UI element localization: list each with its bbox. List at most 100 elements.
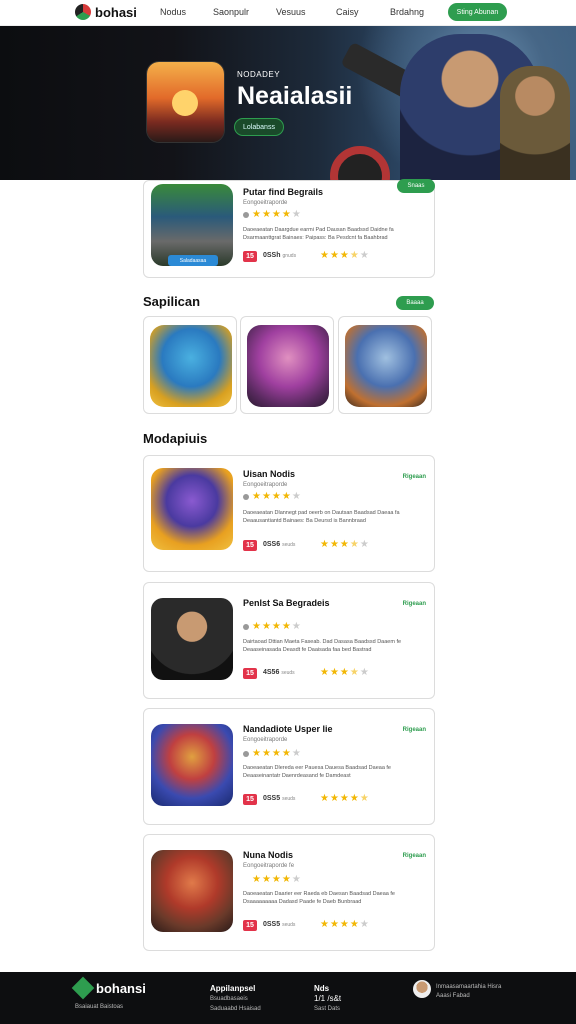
featured-thumbnail-button[interactable]: Saladaasaa [168,255,218,266]
app-list-item-2[interactable]: Penlst Sa Begradeis ★★★★★ Dairtaoad Dtti… [143,582,435,699]
app-rating-stars-secondary-4: ★★★★★ [320,919,370,930]
app-title-4: Nuna Nodis [243,850,294,860]
featured-app-subtitle: Eongoeitraporde [243,200,288,206]
grid-game-tile-1[interactable] [143,316,237,414]
footer-column-1-line-2[interactable]: Saduaabd Hsaisad [210,1006,261,1012]
app-subtitle-1: Eongoeitraporde [243,482,288,488]
logo-text: bohasi [95,4,137,20]
age-rating-badge: 15 [243,540,257,551]
nav-link-2[interactable]: Saonpulr [213,7,249,17]
age-rating-badge: 15 [243,794,257,805]
featured-app-size: 0SSh gnuds [263,252,296,259]
developer-icon [243,494,249,500]
app-thumbnail-1 [151,468,233,550]
footer-logo-text: bohansi [96,980,146,996]
app-size-value-2: 4S56 [263,669,280,676]
app-size-3: 0SS5 seuds [263,795,295,802]
app-list-item-1[interactable]: Uisan Nodis Eongoeitraporde ★★★★★ Daoeae… [143,455,435,572]
nav-link-4[interactable]: Caisy [336,7,359,17]
section-title-2: Modapiuis [143,431,208,446]
footer-column-2-line-2[interactable]: Sast Dats [314,1006,340,1012]
app-rating-stars-3: ★★★★★ [252,748,302,759]
app-size-4: 0SS5 seuds [263,921,295,928]
app-size-value-3: 0SS5 [263,795,281,802]
app-rating-stars-4: ★★★★★ [252,874,302,885]
footer-logo[interactable]: bohansi [71,976,146,1000]
grid-game-image-3 [345,325,427,407]
developer-icon [243,624,249,630]
site-logo[interactable]: bohasi [75,4,137,20]
grid-game-tile-2[interactable] [240,316,334,414]
footer-avatar[interactable] [413,980,431,998]
app-tag-4[interactable]: Rigeaan [403,853,426,859]
nav-link-5[interactable]: Brdahng [390,7,424,17]
logo-icon [75,4,91,20]
developer-icon [243,751,249,757]
featured-app-title: Putar find Begrails [243,187,324,197]
header-cta-button[interactable]: Sting Abunan [448,3,507,21]
footer-column-2-heading: Nds [314,984,330,993]
footer-contact-line-2[interactable]: Aaasi Fabad [436,993,470,999]
footer-column-1-heading: Appilanpsel [210,984,256,993]
app-thumbnail-2 [151,598,233,680]
featured-app-description: Daoeaeatan Daargdue earmi Pad Dausan Baa… [243,227,394,241]
app-rating-stars-secondary-3: ★★★★★ [320,793,370,804]
section-title-1: Sapilican [143,294,201,309]
app-size-2: 4S56 seuds [263,669,295,676]
app-tag-3[interactable]: Rigeaan [403,727,426,733]
footer-logo-subtitle: Bsaiauat Baistoas [75,1004,124,1010]
nav-link-1[interactable]: Nodus [160,7,186,17]
app-subtitle-3: Eongoeitraporde [243,737,288,743]
app-thumbnail-3 [151,724,233,806]
hero-thumbnail-sun [172,90,198,116]
app-subtitle-4: Eongoeitraporde fe [243,863,295,869]
app-tag-2[interactable]: Rigeaan [403,601,426,607]
age-rating-badge: 15 [243,920,257,931]
app-size-unit-2: seuds [281,670,295,676]
featured-size-unit: gnuds [282,253,297,259]
footer-logo-icon [71,976,95,1000]
app-thumbnail-4 [151,850,233,932]
featured-app-card[interactable]: Saladaasaa Putar find Begrails Eongoeitr… [143,179,435,278]
app-title-1: Uisan Nodis [243,469,296,479]
app-rating-stars-2: ★★★★★ [252,621,302,632]
app-description-3: Daoeaeatan Dlereda eer Pauesa Dauesa Baa… [243,765,391,779]
nav-link-3[interactable]: Vesuus [276,7,306,17]
app-size-1: 0SS6 seuds [263,541,295,548]
app-description-1: Daoeaeatan Dlannegt pad oeerb on Dautsan… [243,510,400,524]
grid-game-image-1 [150,325,232,407]
app-rating-stars-secondary-1: ★★★★★ [320,539,370,550]
grid-game-tile-3[interactable] [338,316,432,414]
footer-column-2-line-1[interactable]: 1/1 /s&t [314,994,341,1003]
featured-rating-stars-2: ★★★★★ [320,250,370,261]
app-list-item-4[interactable]: Nuna Nodis Eongoeitraporde fe ★★★★★ Daoe… [143,834,435,951]
app-title-3: Nandadiote Usper lie [243,724,333,734]
site-footer: bohansi Bsaiauat Baistoas Appilanpsel Bs… [0,972,576,1024]
footer-contact-line-1[interactable]: Inmaasamaartahia Hisra [436,984,501,990]
app-size-unit-1: seuds [282,542,296,548]
hero-title: Neaialasii [237,82,353,110]
hero-eyebrow: NODADEY [237,70,281,79]
hero-secondary-character-image [500,66,570,180]
age-rating-badge: 15 [243,668,257,679]
app-rating-stars-1: ★★★★★ [252,491,302,502]
app-size-value-1: 0SS6 [263,541,281,548]
featured-tag-button[interactable]: Snaas [397,179,435,193]
app-size-unit-3: seuds [282,796,296,802]
featured-rating-stars: ★★★★★ [252,209,302,220]
app-description-4: Daoeaeatan Daarier eer Raeda eb Daesan B… [243,891,395,905]
age-rating-badge: 15 [243,251,257,262]
app-rating-stars-secondary-2: ★★★★★ [320,667,370,678]
section-1-action-button[interactable]: Baaaa [396,296,434,310]
app-size-unit-4: seuds [282,922,296,928]
top-navigation: bohasi Nodus Saonpulr Vesuus Caisy Brdah… [0,0,576,26]
footer-column-1-line-1[interactable]: Bsuadbasaeis [210,996,248,1002]
hero-button[interactable]: Lolabanss [234,118,284,136]
app-tag-1[interactable]: Rigeaan [403,474,426,480]
app-title-2: Penlst Sa Begradeis [243,598,330,608]
developer-icon [243,212,249,218]
app-size-value-4: 0SS5 [263,921,281,928]
featured-size-value: 0SSh [263,252,281,259]
app-list-item-3[interactable]: Nandadiote Usper lie Eongoeitraporde ★★★… [143,708,435,825]
app-description-2: Dairtaoad Dttian Maeta Faseab. Dad Dasas… [243,639,402,653]
